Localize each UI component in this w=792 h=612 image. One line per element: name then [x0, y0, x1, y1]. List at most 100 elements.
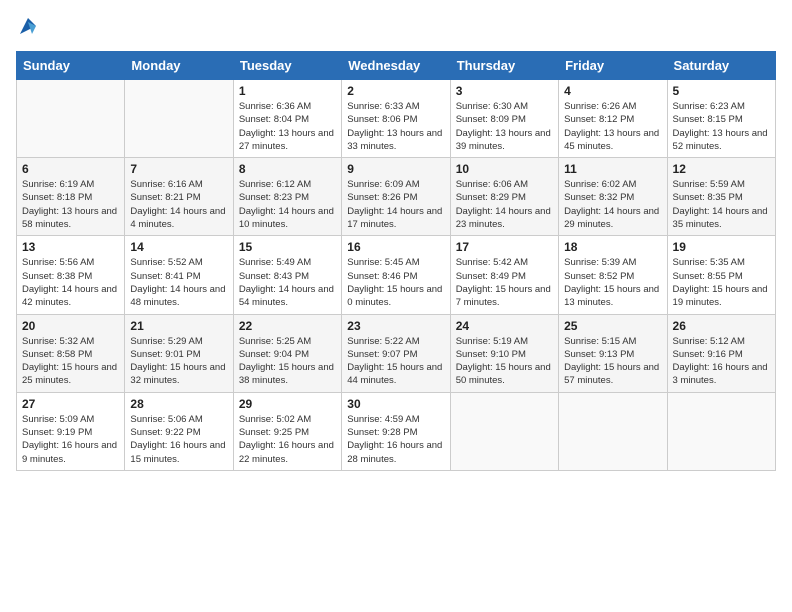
- day-number: 10: [456, 162, 553, 176]
- calendar-day-cell: [125, 80, 233, 158]
- calendar-day-cell: 26Sunrise: 5:12 AM Sunset: 9:16 PM Dayli…: [667, 314, 775, 392]
- day-info: Sunrise: 5:12 AM Sunset: 9:16 PM Dayligh…: [673, 335, 770, 388]
- day-number: 25: [564, 319, 661, 333]
- calendar-day-cell: 6 Sunrise: 6:19 AM Sunset: 8:18 PM Daylig…: [17, 158, 125, 236]
- calendar-day-cell: [17, 80, 125, 158]
- day-number: 17: [456, 240, 553, 254]
- calendar-day-cell: 14 Sunrise: 5:52 AM Sunset: 8:41 PM Dayli…: [125, 236, 233, 314]
- day-info: Sunrise: 6:23 AM Sunset: 8:15 PM Dayligh…: [673, 100, 770, 153]
- day-number: 1: [239, 84, 336, 98]
- calendar-day-cell: 8 Sunrise: 6:12 AM Sunset: 8:23 PM Daylig…: [233, 158, 341, 236]
- day-number: 27: [22, 397, 119, 411]
- day-info: Sunrise: 5:39 AM Sunset: 8:52 PM Dayligh…: [564, 256, 661, 309]
- day-info: Sunrise: 5:19 AM Sunset: 9:10 PM Dayligh…: [456, 335, 553, 388]
- calendar-day-cell: 5 Sunrise: 6:23 AM Sunset: 8:15 PM Daylig…: [667, 80, 775, 158]
- calendar-day-cell: 10 Sunrise: 6:06 AM Sunset: 8:29 PM Dayli…: [450, 158, 558, 236]
- day-info: Sunrise: 5:56 AM Sunset: 8:38 PM Dayligh…: [22, 256, 119, 309]
- day-info: Sunrise: 5:35 AM Sunset: 8:55 PM Dayligh…: [673, 256, 770, 309]
- calendar-day-cell: 20 Sunrise: 5:32 AM Sunset: 8:58 PM Dayli…: [17, 314, 125, 392]
- day-info: Sunrise: 5:59 AM Sunset: 8:35 PM Dayligh…: [673, 178, 770, 231]
- logo: [16, 16, 38, 41]
- day-info: Sunrise: 6:06 AM Sunset: 8:29 PM Dayligh…: [456, 178, 553, 231]
- day-info: Sunrise: 6:36 AM Sunset: 8:04 PM Dayligh…: [239, 100, 336, 153]
- day-number: 24: [456, 319, 553, 333]
- day-info: Sunrise: 5:49 AM Sunset: 8:43 PM Dayligh…: [239, 256, 336, 309]
- day-info: Sunrise: 5:52 AM Sunset: 8:41 PM Dayligh…: [130, 256, 227, 309]
- day-number: 30: [347, 397, 444, 411]
- calendar-day-cell: 18 Sunrise: 5:39 AM Sunset: 8:52 PM Dayli…: [559, 236, 667, 314]
- day-number: 7: [130, 162, 227, 176]
- day-info: Sunrise: 5:15 AM Sunset: 9:13 PM Dayligh…: [564, 335, 661, 388]
- day-info: Sunrise: 5:45 AM Sunset: 8:46 PM Dayligh…: [347, 256, 444, 309]
- day-number: 29: [239, 397, 336, 411]
- calendar-week-row: 1 Sunrise: 6:36 AM Sunset: 8:04 PM Daylig…: [17, 80, 776, 158]
- day-info: Sunrise: 6:02 AM Sunset: 8:32 PM Dayligh…: [564, 178, 661, 231]
- day-number: 18: [564, 240, 661, 254]
- calendar-day-cell: 23 Sunrise: 5:22 AM Sunset: 9:07 PM Dayli…: [342, 314, 450, 392]
- day-info: Sunrise: 6:09 AM Sunset: 8:26 PM Dayligh…: [347, 178, 444, 231]
- day-number: 20: [22, 319, 119, 333]
- calendar-week-row: 6 Sunrise: 6:19 AM Sunset: 8:18 PM Daylig…: [17, 158, 776, 236]
- day-info: Sunrise: 5:29 AM Sunset: 9:01 PM Dayligh…: [130, 335, 227, 388]
- calendar-table: SundayMondayTuesdayWednesdayThursdayFrid…: [16, 51, 776, 471]
- day-number: 12: [673, 162, 770, 176]
- day-number: 6: [22, 162, 119, 176]
- calendar-day-header: Thursday: [450, 52, 558, 80]
- calendar-day-cell: 24 Sunrise: 5:19 AM Sunset: 9:10 PM Dayli…: [450, 314, 558, 392]
- day-info: Sunrise: 6:33 AM Sunset: 8:06 PM Dayligh…: [347, 100, 444, 153]
- day-info: Sunrise: 6:19 AM Sunset: 8:18 PM Dayligh…: [22, 178, 119, 231]
- calendar-day-header: Sunday: [17, 52, 125, 80]
- day-number: 28: [130, 397, 227, 411]
- calendar-day-cell: 30 Sunrise: 4:59 AM Sunset: 9:28 PM Dayli…: [342, 392, 450, 470]
- calendar-day-cell: 12 Sunrise: 5:59 AM Sunset: 8:35 PM Dayli…: [667, 158, 775, 236]
- calendar-day-cell: 25 Sunrise: 5:15 AM Sunset: 9:13 PM Dayli…: [559, 314, 667, 392]
- calendar-day-header: Wednesday: [342, 52, 450, 80]
- day-info: Sunrise: 5:06 AM Sunset: 9:22 PM Dayligh…: [130, 413, 227, 466]
- day-number: 4: [564, 84, 661, 98]
- logo-text: [16, 16, 38, 41]
- day-info: Sunrise: 6:30 AM Sunset: 8:09 PM Dayligh…: [456, 100, 553, 153]
- day-number: 2: [347, 84, 444, 98]
- day-number: 16: [347, 240, 444, 254]
- day-info: Sunrise: 5:02 AM Sunset: 9:25 PM Dayligh…: [239, 413, 336, 466]
- calendar-day-cell: 7 Sunrise: 6:16 AM Sunset: 8:21 PM Daylig…: [125, 158, 233, 236]
- logo-icon: [18, 16, 38, 36]
- calendar-day-cell: 2 Sunrise: 6:33 AM Sunset: 8:06 PM Daylig…: [342, 80, 450, 158]
- calendar-day-cell: 21 Sunrise: 5:29 AM Sunset: 9:01 PM Dayli…: [125, 314, 233, 392]
- day-info: Sunrise: 6:16 AM Sunset: 8:21 PM Dayligh…: [130, 178, 227, 231]
- day-number: 11: [564, 162, 661, 176]
- calendar-day-cell: 3 Sunrise: 6:30 AM Sunset: 8:09 PM Daylig…: [450, 80, 558, 158]
- day-number: 23: [347, 319, 444, 333]
- calendar-day-cell: 16 Sunrise: 5:45 AM Sunset: 8:46 PM Dayli…: [342, 236, 450, 314]
- day-info: Sunrise: 4:59 AM Sunset: 9:28 PM Dayligh…: [347, 413, 444, 466]
- calendar-header-row: SundayMondayTuesdayWednesdayThursdayFrid…: [17, 52, 776, 80]
- calendar-day-header: Monday: [125, 52, 233, 80]
- day-number: 14: [130, 240, 227, 254]
- day-number: 8: [239, 162, 336, 176]
- calendar-day-cell: [450, 392, 558, 470]
- day-info: Sunrise: 5:22 AM Sunset: 9:07 PM Dayligh…: [347, 335, 444, 388]
- calendar-day-cell: 13Sunrise: 5:56 AM Sunset: 8:38 PM Dayli…: [17, 236, 125, 314]
- calendar-day-cell: 15Sunrise: 5:49 AM Sunset: 8:43 PM Dayli…: [233, 236, 341, 314]
- calendar-day-cell: [559, 392, 667, 470]
- day-number: 19: [673, 240, 770, 254]
- calendar-day-cell: 28 Sunrise: 5:06 AM Sunset: 9:22 PM Dayli…: [125, 392, 233, 470]
- day-info: Sunrise: 5:25 AM Sunset: 9:04 PM Dayligh…: [239, 335, 336, 388]
- calendar-day-cell: 1 Sunrise: 6:36 AM Sunset: 8:04 PM Daylig…: [233, 80, 341, 158]
- day-number: 9: [347, 162, 444, 176]
- calendar-day-cell: 22 Sunrise: 5:25 AM Sunset: 9:04 PM Dayli…: [233, 314, 341, 392]
- day-info: Sunrise: 6:12 AM Sunset: 8:23 PM Dayligh…: [239, 178, 336, 231]
- page-header: [16, 16, 776, 41]
- calendar-day-cell: 9 Sunrise: 6:09 AM Sunset: 8:26 PM Daylig…: [342, 158, 450, 236]
- day-info: Sunrise: 6:26 AM Sunset: 8:12 PM Dayligh…: [564, 100, 661, 153]
- calendar-day-cell: 4 Sunrise: 6:26 AM Sunset: 8:12 PM Daylig…: [559, 80, 667, 158]
- day-info: Sunrise: 5:32 AM Sunset: 8:58 PM Dayligh…: [22, 335, 119, 388]
- calendar-week-row: 13Sunrise: 5:56 AM Sunset: 8:38 PM Dayli…: [17, 236, 776, 314]
- day-number: 5: [673, 84, 770, 98]
- calendar-day-cell: 29 Sunrise: 5:02 AM Sunset: 9:25 PM Dayli…: [233, 392, 341, 470]
- day-number: 3: [456, 84, 553, 98]
- calendar-week-row: 20 Sunrise: 5:32 AM Sunset: 8:58 PM Dayli…: [17, 314, 776, 392]
- day-number: 21: [130, 319, 227, 333]
- day-number: 22: [239, 319, 336, 333]
- calendar-day-cell: 11 Sunrise: 6:02 AM Sunset: 8:32 PM Dayli…: [559, 158, 667, 236]
